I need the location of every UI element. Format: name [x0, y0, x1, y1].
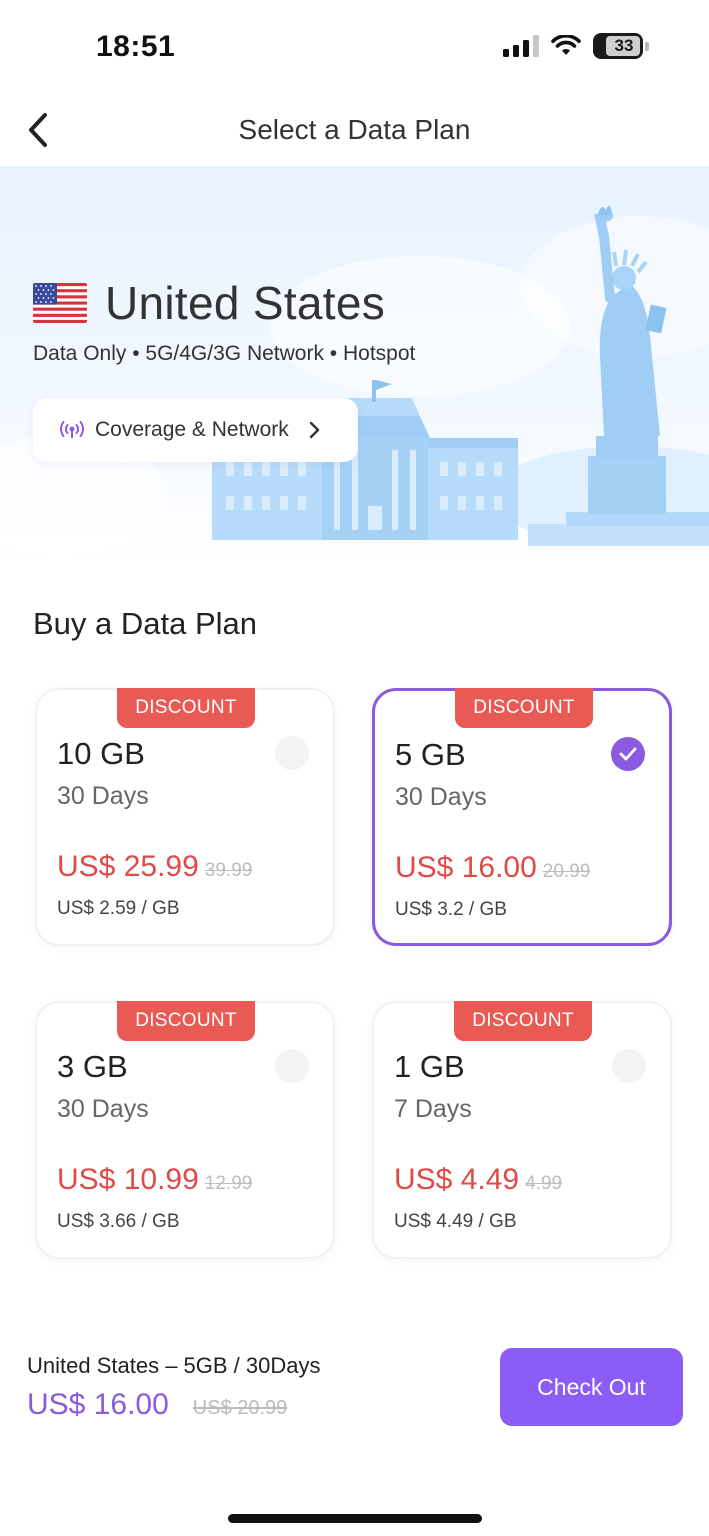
plan-price: US$ 16.00	[395, 851, 537, 884]
plan-price: US$ 10.99	[57, 1163, 199, 1196]
plan-duration: 30 Days	[395, 783, 487, 811]
status-time: 18:51	[96, 30, 176, 63]
plan-size: 10 GB	[57, 736, 145, 771]
plan-price: US$ 25.99	[57, 850, 199, 883]
plan-card-10gb[interactable]: DISCOUNT 10 GB 30 Days US$ 25.99 39.99 U…	[35, 688, 335, 946]
section-title: Buy a Data Plan	[33, 606, 258, 641]
checkout-button[interactable]: Check Out	[500, 1348, 683, 1426]
price-per-gb: US$ 2.59 / GB	[57, 898, 180, 919]
country-hero: United States Data Only • 5G/4G/3G Netwo…	[0, 166, 709, 566]
landmark-illustration	[0, 205, 709, 556]
plan-old-price: 12.99	[204, 1173, 253, 1194]
plan-card-3gb[interactable]: DISCOUNT 3 GB 30 Days US$ 10.99 12.99 US…	[35, 1001, 335, 1259]
discount-badge: DISCOUNT	[117, 688, 255, 728]
battery-icon: 33	[593, 33, 643, 59]
chevron-right-icon	[309, 421, 319, 439]
price-row: US$ 4.49 4.99	[394, 1163, 562, 1197]
discount-badge: DISCOUNT	[454, 1001, 592, 1041]
check-icon	[611, 737, 645, 771]
plan-card-1gb[interactable]: DISCOUNT 1 GB 7 Days US$ 4.49 4.99 US$ 4…	[372, 1001, 672, 1259]
coverage-network-button[interactable]: Coverage & Network	[33, 398, 358, 462]
home-indicator	[228, 1514, 482, 1523]
country-name: United States	[105, 277, 386, 329]
us-flag-icon	[33, 283, 87, 323]
plan-size: 3 GB	[57, 1049, 128, 1084]
plan-duration: 7 Days	[394, 1095, 472, 1123]
price-per-gb: US$ 4.49 / GB	[394, 1211, 517, 1232]
check-icon	[612, 1049, 646, 1083]
page-title: Select a Data Plan	[238, 114, 471, 145]
price-row: US$ 16.00 20.99	[395, 851, 590, 885]
status-icons: 33	[503, 33, 649, 59]
wifi-icon	[551, 35, 581, 55]
plan-old-price: 20.99	[542, 861, 591, 882]
total-old-price: US$ 20.99	[192, 1397, 288, 1419]
summary-price-row: US$ 16.00 US$ 20.99	[27, 1388, 287, 1422]
signal-icon	[503, 35, 539, 57]
plan-old-price: 4.99	[525, 1173, 563, 1194]
check-icon	[275, 736, 309, 770]
price-row: US$ 25.99 39.99	[57, 850, 252, 884]
price-row: US$ 10.99 12.99	[57, 1163, 252, 1197]
plan-features: Data Only • 5G/4G/3G Network • Hotspot	[33, 342, 416, 365]
plan-duration: 30 Days	[57, 1095, 149, 1123]
nav-bar: Select a Data Plan	[0, 96, 709, 166]
price-per-gb: US$ 3.2 / GB	[395, 899, 507, 920]
battery-level: 33	[614, 36, 634, 55]
status-bar: 18:51 33	[0, 0, 709, 96]
discount-badge: DISCOUNT	[117, 1001, 255, 1041]
selected-plan-summary: United States – 5GB / 30Days	[27, 1353, 321, 1378]
price-per-gb: US$ 3.66 / GB	[57, 1211, 180, 1232]
plan-card-5gb[interactable]: DISCOUNT 5 GB 30 Days US$ 16.00 20.99 US…	[372, 688, 672, 946]
check-icon	[275, 1049, 309, 1083]
total-price: US$ 16.00	[27, 1388, 169, 1421]
plan-price: US$ 4.49	[394, 1163, 520, 1196]
plan-size: 1 GB	[394, 1049, 465, 1084]
coverage-label: Coverage & Network	[95, 418, 289, 441]
discount-badge: DISCOUNT	[455, 688, 593, 728]
plan-duration: 30 Days	[57, 782, 149, 810]
plan-size: 5 GB	[395, 737, 466, 772]
plan-old-price: 39.99	[204, 860, 253, 881]
country-header: United States	[33, 276, 385, 330]
broadcast-icon	[59, 421, 85, 438]
